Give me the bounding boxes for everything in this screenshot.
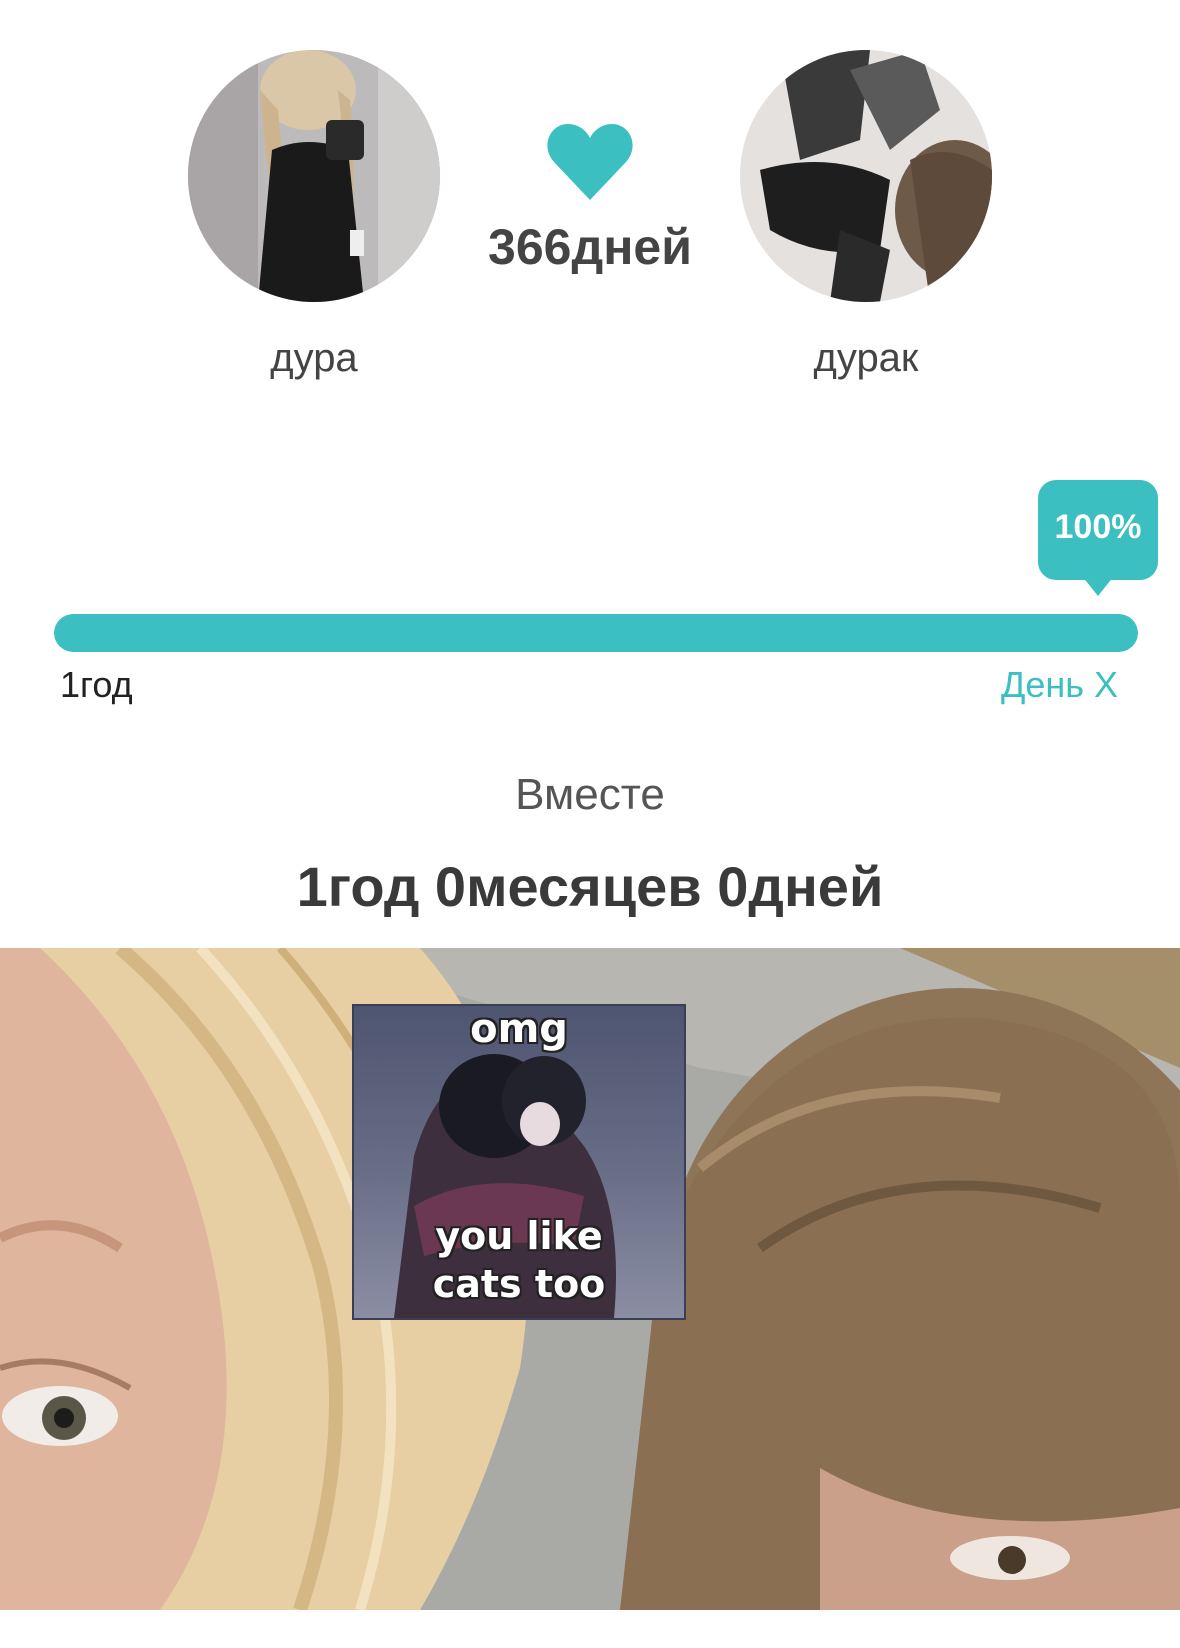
- progress-percent-label: 100%: [1054, 508, 1142, 546]
- together-label: Вместе: [515, 770, 665, 819]
- together-duration: 1год 0месяцев 0дней: [296, 855, 884, 918]
- sticker-top-text: omg: [470, 1006, 568, 1052]
- progress-end-label[interactable]: День X: [1001, 664, 1118, 706]
- progress-start-label: 1год: [60, 664, 133, 705]
- progress-fill: [54, 614, 1138, 652]
- avatar-right[interactable]: [740, 50, 992, 302]
- progress-percent-bubble: 100%: [1038, 480, 1158, 596]
- sticker-bottom-text-line2: cats too: [432, 1262, 606, 1306]
- days-count: 366дней: [488, 219, 692, 275]
- percent-bubble-tail: [1082, 576, 1114, 596]
- meme-sticker[interactable]: omg you like cats too: [352, 1004, 686, 1320]
- progress-bar: [54, 614, 1138, 652]
- sticker-bottom-text-line1: you like: [435, 1214, 603, 1258]
- partner-left-name: дура: [270, 336, 358, 380]
- heart-icon: [547, 124, 633, 200]
- boy-avatar-image: [740, 50, 992, 302]
- partner-right-name: дурак: [813, 336, 919, 380]
